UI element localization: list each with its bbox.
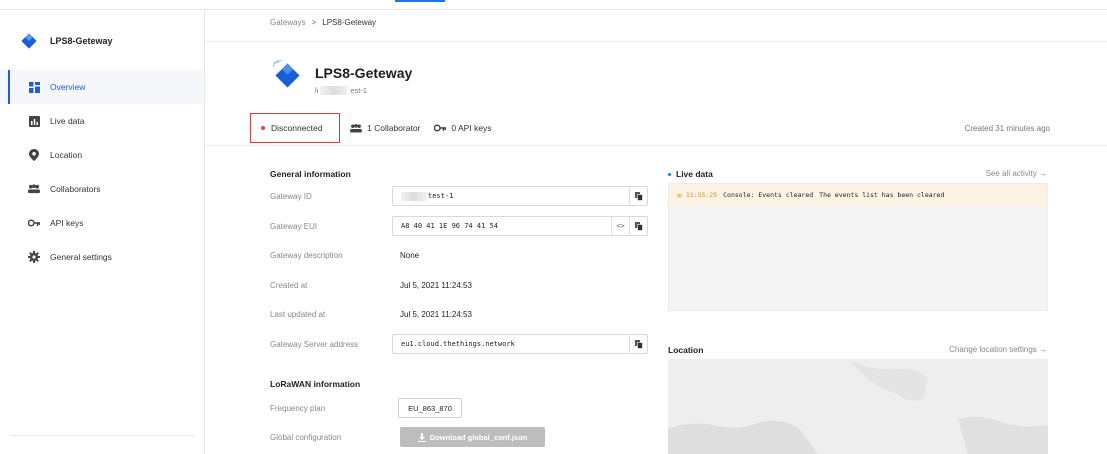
copy-icon	[634, 339, 643, 349]
sidebar-item-label: Live data	[50, 116, 85, 126]
sidebar-item-live-data[interactable]: Live data	[0, 104, 204, 138]
change-location-link[interactable]: Change location settings →	[949, 345, 1047, 354]
redacted-text	[320, 86, 349, 95]
redacted-text	[401, 191, 427, 201]
sidebar-item-overview[interactable]: Overview	[0, 70, 204, 104]
gateway-description-value: None	[400, 251, 420, 260]
location-map[interactable]	[668, 359, 1048, 454]
event-type: Console: Events cleared	[723, 191, 814, 199]
event-list-icon: ≡	[677, 190, 682, 200]
copy-gateway-eui-button[interactable]	[629, 217, 647, 235]
gateway-id-subtitle: li est-1	[315, 86, 367, 95]
frequency-plan-label: Frequency plan	[270, 404, 326, 413]
status-dot-icon	[261, 126, 265, 130]
frequency-plan-value: EU_863_870	[398, 398, 462, 418]
collaborators-link[interactable]: 1 Collaborator	[350, 123, 420, 133]
event-time: 11:55:25	[685, 191, 718, 199]
global-configuration-label: Global configuration	[270, 433, 342, 442]
sidebar-item-location[interactable]: Location	[0, 138, 204, 172]
sidebar-item-label: General settings	[50, 252, 112, 262]
gateway-id-value: test-1	[428, 192, 454, 200]
location-title: Location	[668, 345, 704, 355]
live-dot-icon	[668, 172, 671, 176]
code-brackets-icon: <>	[616, 222, 625, 230]
general-information-title: General information	[270, 169, 351, 179]
event-message: The events list has been cleared	[819, 191, 945, 199]
gateway-eui-label: Gateway EUI	[270, 222, 318, 231]
gateway-logo-icon	[272, 60, 300, 88]
live-data-title-text: Live data	[676, 169, 713, 179]
people-icon	[350, 123, 362, 133]
server-address-field: eu1.cloud.thethings.network	[392, 334, 648, 354]
gateway-logo-icon	[21, 33, 37, 49]
sidebar-item-label: Location	[50, 150, 83, 160]
breadcrumb-current: LPS8-Geteway	[322, 18, 377, 27]
download-global-conf-button[interactable]: Download global_conf.json	[400, 427, 545, 447]
toggle-byte-order-button[interactable]: <>	[611, 217, 629, 235]
connection-status-text: Disconnected	[271, 123, 323, 133]
breadcrumb-separator: >	[311, 18, 317, 27]
copy-server-address-button[interactable]	[629, 335, 647, 353]
server-address-label: Gateway Server address	[270, 340, 359, 349]
subtitle-prefix: li	[315, 86, 319, 95]
copy-icon	[634, 191, 643, 201]
breadcrumb-divider	[205, 41, 1107, 42]
sidebar-item-api-keys[interactable]: API keys	[0, 206, 204, 240]
collaborators-count: 1 Collaborator	[367, 123, 421, 133]
gear-icon	[28, 251, 40, 263]
sidebar-item-label: Collaborators	[50, 184, 101, 194]
sidebar-nav: Overview Live data Location Collaborator…	[0, 70, 204, 274]
sidebar-item-label: API keys	[50, 218, 84, 228]
map-continents	[668, 359, 1048, 454]
live-data-title: Live data	[668, 169, 713, 179]
connection-status-badge: Disconnected	[250, 113, 340, 143]
breadcrumb: Gateways > LPS8-Geteway	[270, 18, 376, 27]
copy-gateway-id-button[interactable]	[629, 187, 647, 205]
key-icon	[28, 217, 40, 229]
header-divider	[205, 145, 1107, 146]
chart-icon	[28, 115, 40, 127]
created-ago-text: Created 31 minutes ago	[964, 123, 1050, 133]
grid-icon	[28, 81, 40, 93]
lorawan-information-title: LoRaWAN information	[270, 379, 361, 389]
key-icon	[434, 124, 447, 132]
gateway-eui-field: A8 40 41 1E 96 74 41 54 <>	[392, 216, 648, 236]
gateway-id-label: Gateway ID	[270, 192, 312, 201]
download-global-conf-label: Download global_conf.json	[429, 432, 528, 442]
last-updated-label: Last updated at	[270, 310, 326, 319]
gateway-status-row: Disconnected 1 Collaborator 0 API keys C…	[250, 113, 1050, 143]
gateway-id-field: test-1	[392, 186, 648, 206]
copy-icon	[634, 221, 643, 231]
sidebar-gateway-name: LPS8-Geteway	[50, 36, 113, 46]
sidebar: LPS8-Geteway Overview Live data Location…	[0, 10, 205, 454]
live-data-panel: ≡ 11:55:25 Console: Events cleared The e…	[668, 183, 1048, 311]
page-title: LPS8-Geteway	[315, 65, 413, 81]
server-address-value: eu1.cloud.thethings.network	[401, 340, 515, 348]
sidebar-item-label: Overview	[50, 82, 86, 92]
sidebar-item-general-settings[interactable]: General settings	[0, 240, 204, 274]
see-all-activity-link[interactable]: See all activity →	[986, 169, 1047, 178]
download-icon	[417, 432, 426, 442]
created-at-value: Jul 5, 2021 11:24:53	[400, 281, 472, 290]
api-keys-count: 0 API keys	[451, 123, 492, 133]
sidebar-header[interactable]: LPS8-Geteway	[20, 32, 113, 50]
sidebar-bottom-divider	[10, 435, 195, 436]
sidebar-item-collaborators[interactable]: Collaborators	[0, 172, 204, 206]
last-updated-value: Jul 5, 2021 11:24:53	[400, 310, 472, 319]
gateway-description-label: Gateway description	[270, 251, 343, 260]
location-pin-icon	[28, 149, 40, 161]
top-accent-bar	[395, 0, 445, 2]
api-keys-link[interactable]: 0 API keys	[434, 123, 492, 133]
people-icon	[28, 183, 40, 195]
breadcrumb-gateways-link[interactable]: Gateways	[270, 18, 306, 27]
subtitle-suffix: est-1	[350, 86, 368, 95]
event-row[interactable]: ≡ 11:55:25 Console: Events cleared The e…	[669, 184, 1047, 206]
created-at-label: Created at	[270, 281, 308, 290]
gateway-eui-value: A8 40 41 1E 96 74 41 54	[401, 222, 498, 230]
